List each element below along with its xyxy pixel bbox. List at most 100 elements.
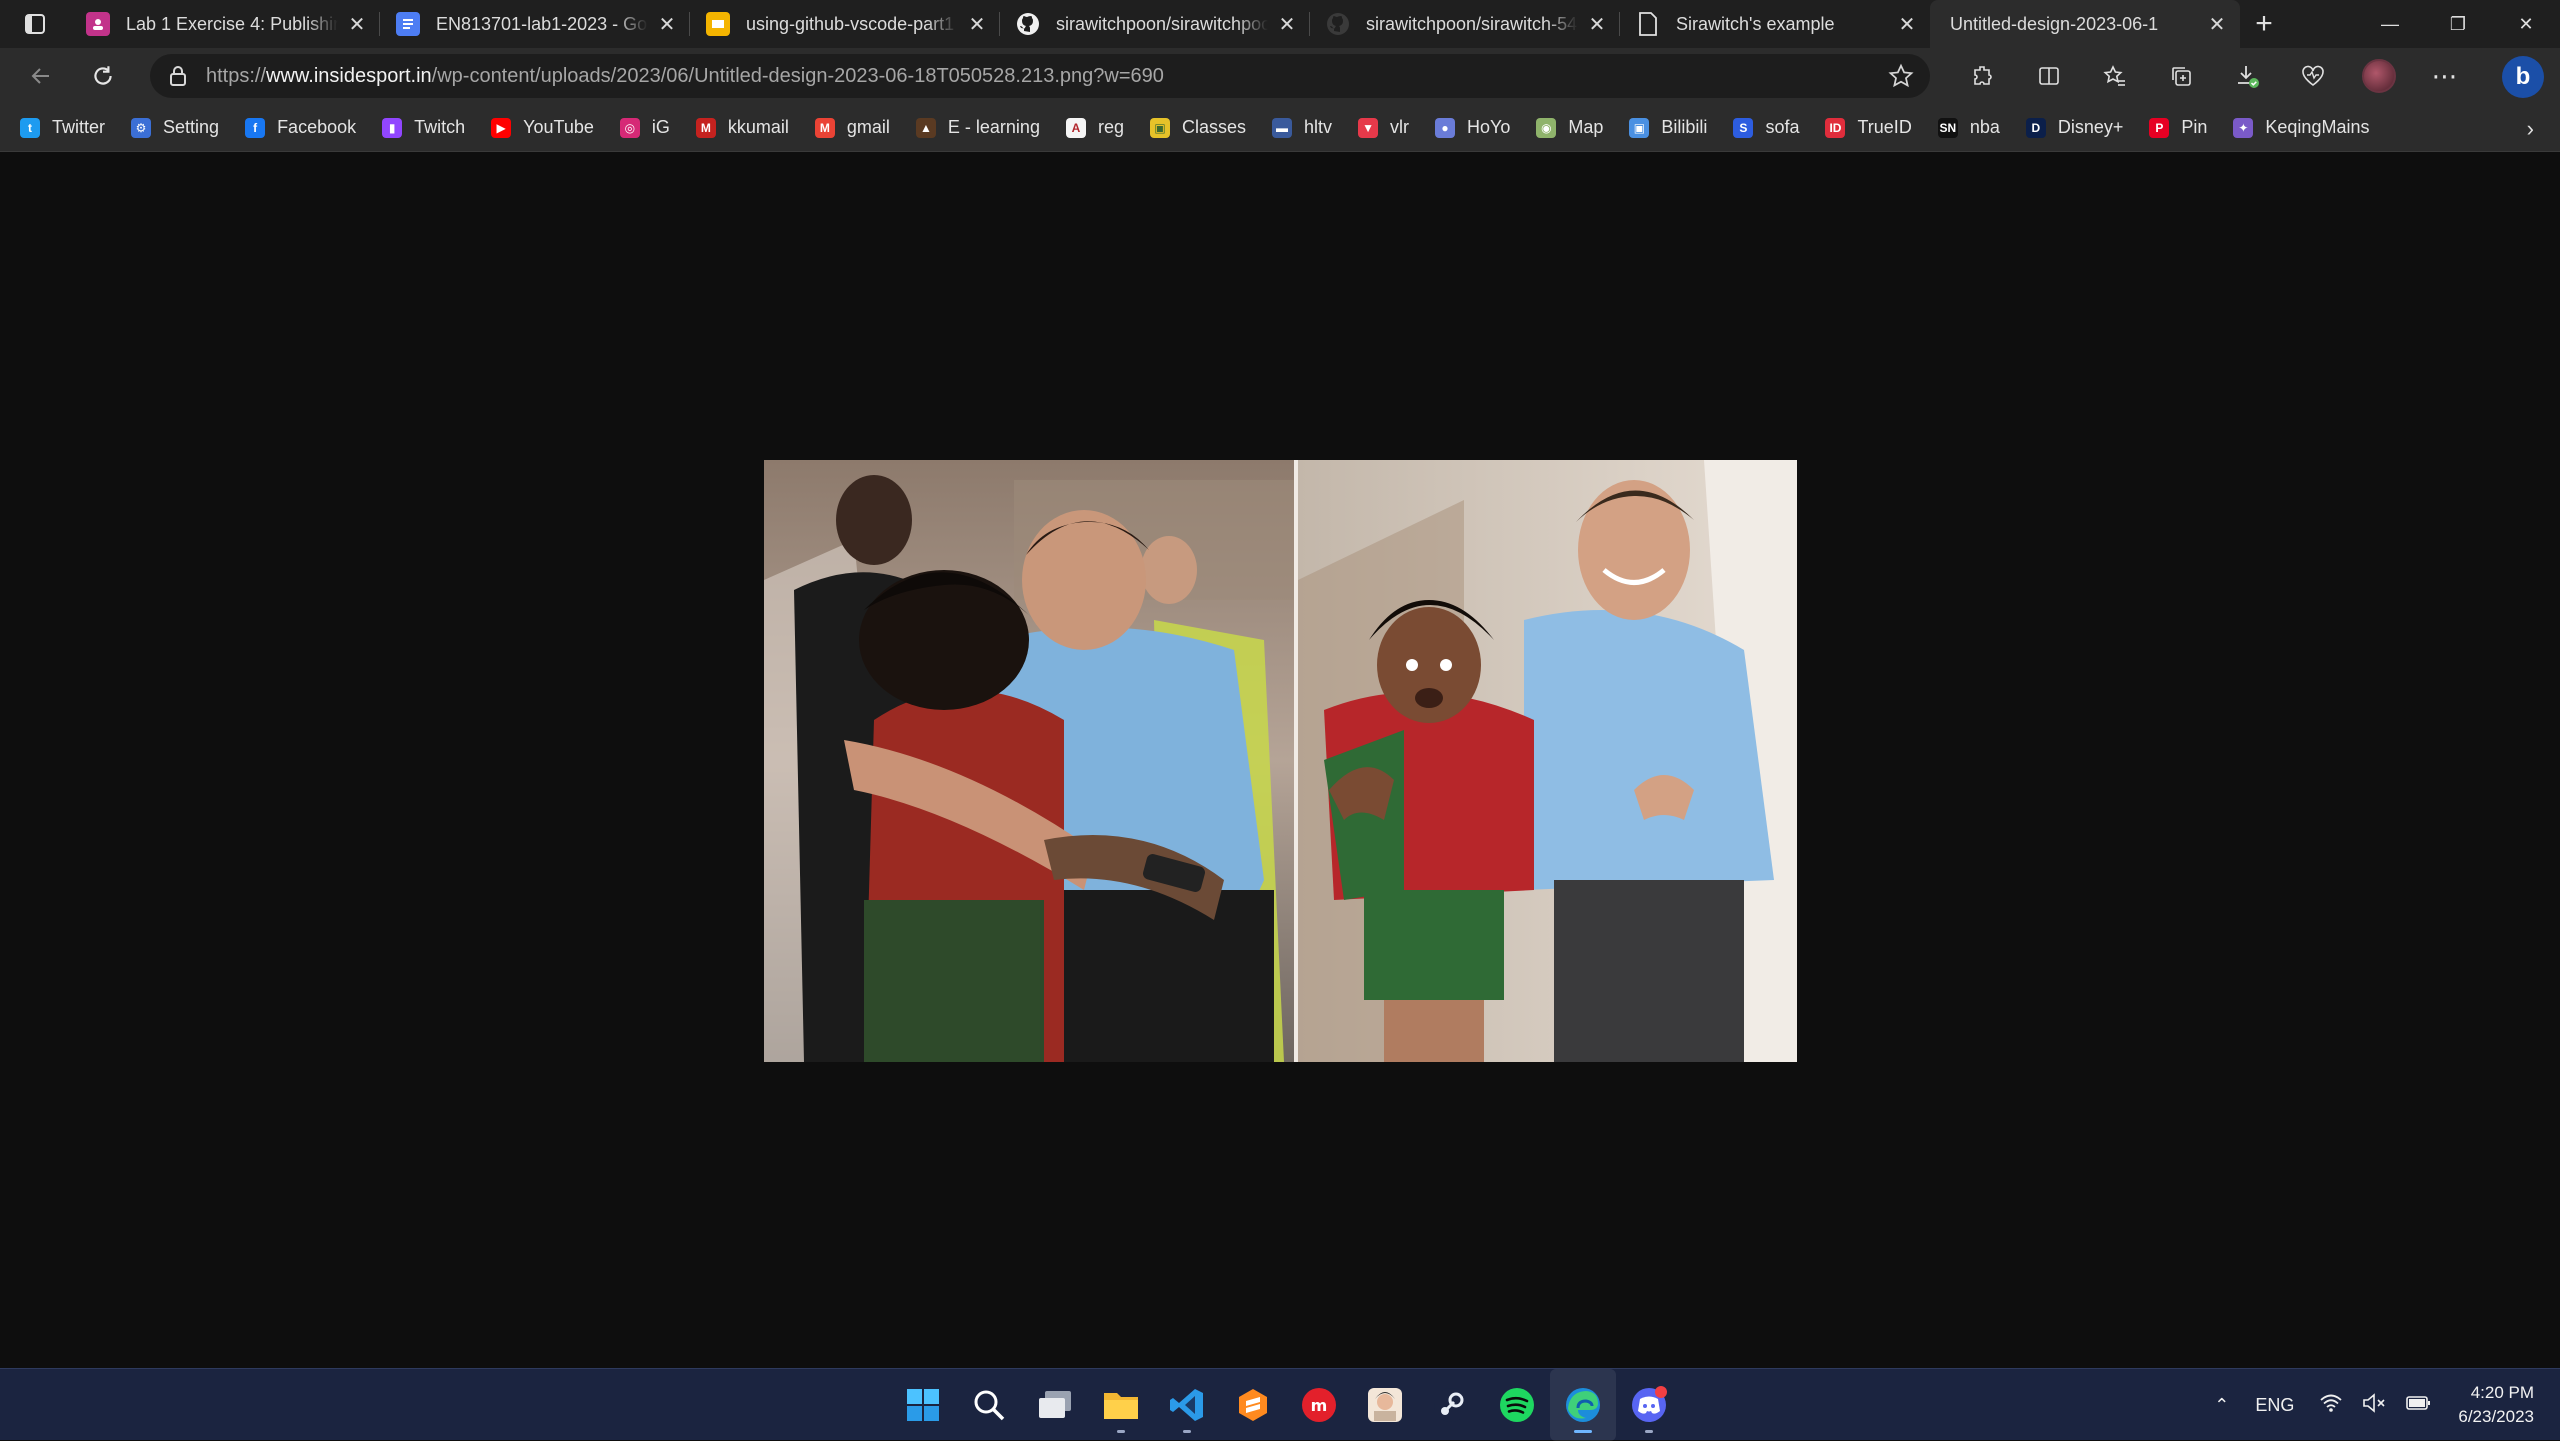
bookmark-item[interactable]: P Pin	[2149, 104, 2207, 152]
bookmark-item[interactable]: ✦ KeqingMains	[2233, 104, 2369, 152]
bookmark-item[interactable]: ▲ E - learning	[915, 104, 1040, 152]
bookmark-item[interactable]: ▼ vlr	[1358, 104, 1409, 152]
bookmark-item[interactable]: ● HoYo	[1435, 104, 1510, 152]
bookmark-favicon-icon: ▼	[1358, 117, 1379, 138]
show-hidden-icons-chevron-icon[interactable]: ⌃	[2214, 1395, 2229, 1416]
browser-tab[interactable]: sirawitchpoon/sirawitch-54 ✕	[1310, 0, 1620, 48]
refresh-button[interactable]	[72, 48, 134, 104]
clock-time: 4:20 PM	[2470, 1383, 2534, 1402]
bookmark-label: Classes	[1181, 117, 1247, 137]
browser-essentials-icon[interactable]	[2280, 48, 2346, 104]
bookmark-item[interactable]: ◎ iG	[619, 104, 670, 152]
bookmark-label: Disney+	[2057, 117, 2124, 137]
bookmark-item[interactable]: Ssofa	[1733, 104, 1799, 152]
language-indicator[interactable]: ENG	[2255, 1395, 2294, 1416]
tab-close-icon[interactable]: ✕	[1276, 12, 1298, 37]
bookmark-item[interactable]: f Facebook	[245, 104, 356, 152]
favorite-star-icon[interactable]	[1888, 63, 1914, 94]
netease-music-icon[interactable]: m	[1286, 1369, 1352, 1441]
bookmark-item[interactable]: Mgmail	[814, 104, 890, 152]
bookmark-label: Bilibili	[1661, 117, 1708, 137]
wifi-icon[interactable]	[2320, 1394, 2342, 1417]
bookmark-label: gmail	[846, 117, 890, 137]
collections-icon[interactable]	[2148, 48, 2214, 104]
windows-start-icon[interactable]	[890, 1369, 956, 1441]
tab-title: Sirawitch's example	[1676, 13, 1835, 34]
displayed-image[interactable]	[764, 460, 1797, 1062]
url-host: www.insidesport.in	[266, 64, 432, 87]
game-launcher-icon[interactable]	[1352, 1369, 1418, 1441]
bookmark-item[interactable]: ▣ Classes	[1149, 104, 1247, 152]
bookmark-item[interactable]: SN nba	[1937, 104, 2000, 152]
volume-muted-icon[interactable]	[2362, 1392, 2386, 1418]
running-indicator	[1117, 1430, 1125, 1433]
extensions-icon[interactable]	[1950, 48, 2016, 104]
browser-tab[interactable]: Sirawitch's example ✕	[1620, 0, 1930, 48]
lock-icon[interactable]	[150, 65, 206, 87]
file-explorer-icon[interactable]	[1088, 1369, 1154, 1441]
bookmark-favicon-icon: ●	[1435, 117, 1456, 138]
steam-icon[interactable]	[1418, 1369, 1484, 1441]
tab-close-icon[interactable]: ✕	[2206, 12, 2228, 37]
bookmark-item[interactable]: ⚙ Setting	[131, 104, 219, 152]
tab-actions-menu-icon[interactable]	[0, 0, 70, 48]
bookmark-label: reg	[1097, 117, 1124, 137]
browser-tab[interactable]: sirawitchpoon/sirawitchpoo ✕	[1000, 0, 1310, 48]
tab-close-icon[interactable]: ✕	[1896, 12, 1918, 37]
taskbar-clock[interactable]: 4:20 PM 6/23/2023	[2442, 1381, 2560, 1429]
bookmark-label: nba	[1969, 117, 2000, 137]
bookmark-item[interactable]: ▣ Bilibili	[1629, 104, 1707, 152]
bookmarks-overflow-chevron-icon[interactable]: ›	[2527, 116, 2534, 142]
bookmark-item[interactable]: Mkkumail	[695, 104, 789, 152]
favorites-icon[interactable]	[2082, 48, 2148, 104]
tab-close-icon[interactable]: ✕	[346, 12, 368, 37]
bookmark-item[interactable]: ◉ Map	[1536, 104, 1603, 152]
bookmark-item[interactable]: ▶ YouTube	[491, 104, 594, 152]
bookmark-item[interactable]: Areg	[1065, 104, 1124, 152]
browser-tab[interactable]: using-github-vscode-part1 ✕	[690, 0, 1000, 48]
bookmark-item[interactable]: D Disney+	[2025, 104, 2124, 152]
bookmark-label: YouTube	[523, 117, 594, 137]
browser-tab[interactable]: EN813701-lab1-2023 - Goo ✕	[380, 0, 690, 48]
bookmark-list: t Twitter ⚙ Setting f Facebook ▮ Twitch ▶ YouTube…	[20, 104, 2395, 152]
search-icon[interactable]	[956, 1369, 1022, 1441]
bookmark-item[interactable]: t Twitter	[20, 104, 105, 152]
tab-title: using-github-vscode-part1	[746, 13, 955, 34]
active-indicator	[1574, 1430, 1592, 1433]
bookmark-label: Map	[1568, 117, 1604, 137]
profile-avatar[interactable]	[2346, 48, 2412, 104]
github-icon-dim	[1326, 12, 1350, 36]
bookmarks-bar: t Twitter ⚙ Setting f Facebook ▮ Twitch ▶ YouTube…	[0, 104, 2560, 152]
new-tab-button[interactable]: +	[2240, 0, 2288, 48]
task-view-icon[interactable]	[1022, 1369, 1088, 1441]
url-text[interactable]: https://www.insidesport.in/wp-content/up…	[206, 65, 1164, 88]
bookmark-item[interactable]: ID TrueID	[1825, 104, 1912, 152]
battery-charging-icon[interactable]	[2406, 1394, 2432, 1417]
split-screen-icon[interactable]	[2016, 48, 2082, 104]
spotify-icon[interactable]	[1484, 1369, 1550, 1441]
tab-close-icon[interactable]: ✕	[656, 12, 678, 37]
restore-button[interactable]: ❐	[2424, 0, 2492, 48]
bing-copilot-icon[interactable]: b	[2502, 56, 2544, 98]
browser-tab[interactable]: Lab 1 Exercise 4: Publishing ✕	[70, 0, 380, 48]
sublime-merge-icon[interactable]	[1220, 1369, 1286, 1441]
browser-tab[interactable]: Untitled-design-2023-06-1 ✕	[1930, 0, 2240, 48]
toolbar-icons: ⋯	[1950, 48, 2478, 104]
bookmark-item[interactable]: ▬ hltv	[1272, 104, 1332, 152]
tab-title: sirawitchpoon/sirawitchpoo	[1056, 13, 1268, 34]
discord-icon[interactable]	[1616, 1369, 1682, 1441]
vscode-icon[interactable]	[1154, 1369, 1220, 1441]
running-indicator	[1645, 1430, 1653, 1433]
back-button[interactable]	[10, 48, 72, 104]
bookmark-favicon-icon: ▬	[1272, 117, 1293, 138]
settings-more-icon[interactable]: ⋯	[2412, 48, 2478, 104]
close-window-button[interactable]: ✕	[2492, 0, 2560, 48]
tab-close-icon[interactable]: ✕	[966, 12, 988, 37]
downloads-icon[interactable]	[2214, 48, 2280, 104]
bookmark-item[interactable]: ▮ Twitch	[382, 104, 465, 152]
github-icon	[1016, 12, 1040, 36]
address-bar[interactable]: https://www.insidesport.in/wp-content/up…	[150, 54, 1930, 98]
edge-icon[interactable]	[1550, 1369, 1616, 1441]
minimize-button[interactable]: —	[2356, 0, 2424, 48]
tab-close-icon[interactable]: ✕	[1586, 12, 1608, 37]
